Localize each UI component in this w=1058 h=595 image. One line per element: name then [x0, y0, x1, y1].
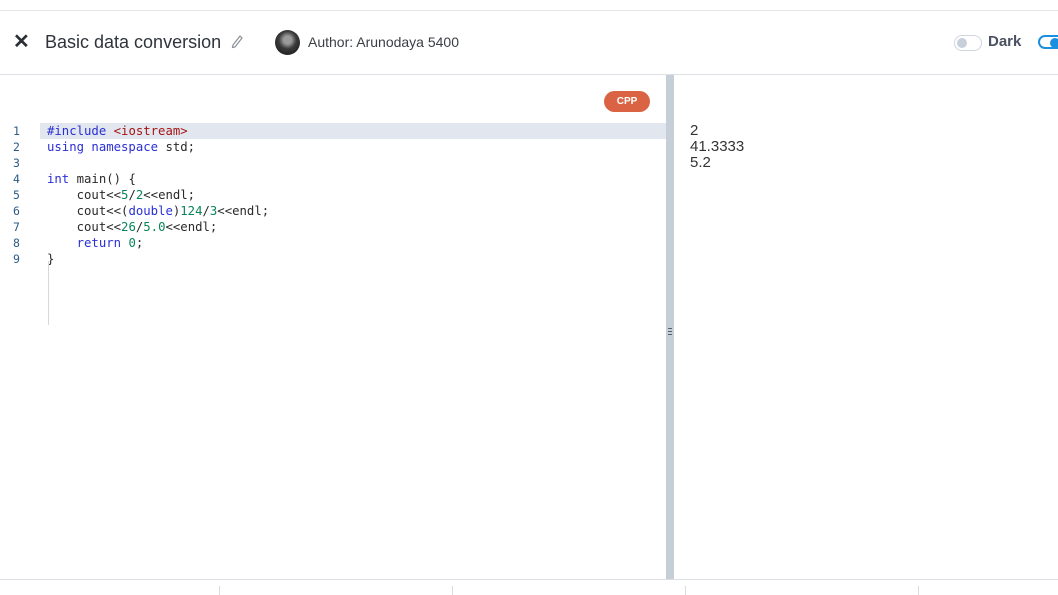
- indent-guide: [48, 261, 49, 325]
- output-line: 5.2: [690, 154, 711, 171]
- author-label: Author: Arunodaya 5400: [308, 34, 460, 50]
- output-line: 2: [690, 122, 699, 139]
- footer-bar: [0, 579, 1058, 595]
- code-text: cout<<5/2<<endl;: [47, 188, 196, 202]
- code-line-content: cout<<5/2<<endl;: [0, 187, 666, 203]
- code-line-content: cout<<26/5.0<<endl;: [0, 219, 666, 235]
- page-title: Basic data conversion: [45, 32, 222, 52]
- code-line-content: #include <iostream>: [0, 123, 666, 139]
- code-line-content: return 0;: [0, 235, 666, 251]
- code-line-content: int main() {: [0, 171, 666, 187]
- code-text: cout<<(double)124/3<<endl;: [47, 204, 270, 218]
- output-line: 41.3333: [690, 138, 745, 155]
- code-text: #include <iostream>: [47, 124, 188, 138]
- close-icon[interactable]: ✕: [13, 30, 30, 54]
- resize-handle-icon[interactable]: [668, 328, 672, 338]
- code-line-content: using namespace std;: [0, 139, 666, 155]
- toggle-knob: [957, 38, 967, 48]
- code-text: return 0;: [76, 236, 144, 250]
- pencil-icon[interactable]: [230, 33, 244, 49]
- code-line-content: }: [0, 251, 666, 267]
- dark-mode-label: Dark: [988, 33, 1022, 50]
- dark-mode-toggle[interactable]: [954, 35, 982, 51]
- secondary-toggle[interactable]: [1038, 35, 1058, 49]
- language-badge[interactable]: CPP: [604, 91, 650, 112]
- code-text: using namespace std;: [47, 140, 196, 154]
- toggle-knob: [1050, 38, 1058, 48]
- code-text: cout<<26/5.0<<endl;: [47, 220, 218, 234]
- avatar: [275, 30, 300, 55]
- output-panel: 2 41.3333 5.2: [674, 75, 1058, 579]
- code-editor[interactable]: CPP 1 #include <iostream> 2 using namespace…: [0, 75, 666, 579]
- code-line-content: [0, 155, 666, 171]
- editor-header: ✕ Basic data conversion Author: Arunoday…: [0, 11, 1058, 75]
- pane-resizer[interactable]: [666, 75, 674, 579]
- code-text: int main() {: [47, 172, 136, 186]
- code-line-content: cout<<(double)124/3<<endl;: [0, 203, 666, 219]
